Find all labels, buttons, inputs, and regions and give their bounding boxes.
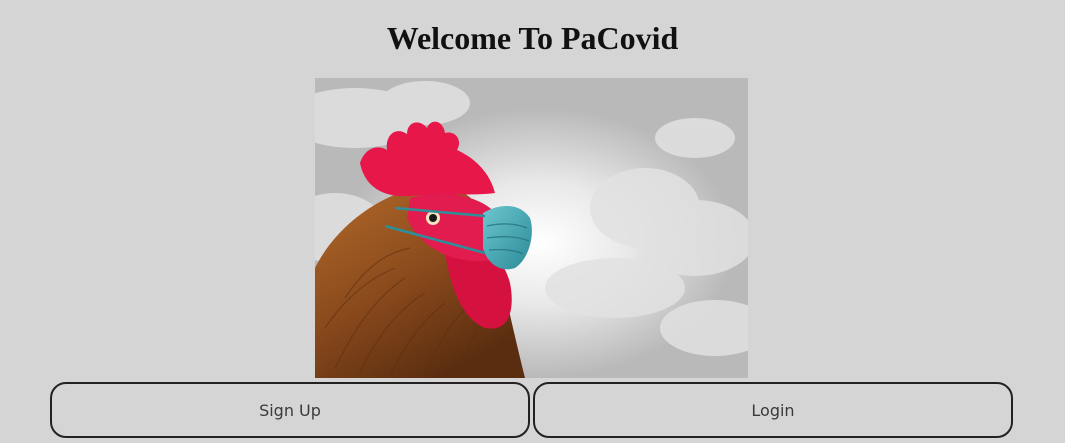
sign-up-button[interactable]: Sign Up — [50, 382, 530, 438]
page-title: Welcome To PaCovid — [386, 20, 679, 56]
landing-page: Welcome To PaCovid Sign Up Login — [0, 0, 1065, 443]
hero-image — [315, 78, 748, 378]
login-button[interactable]: Login — [533, 382, 1013, 438]
